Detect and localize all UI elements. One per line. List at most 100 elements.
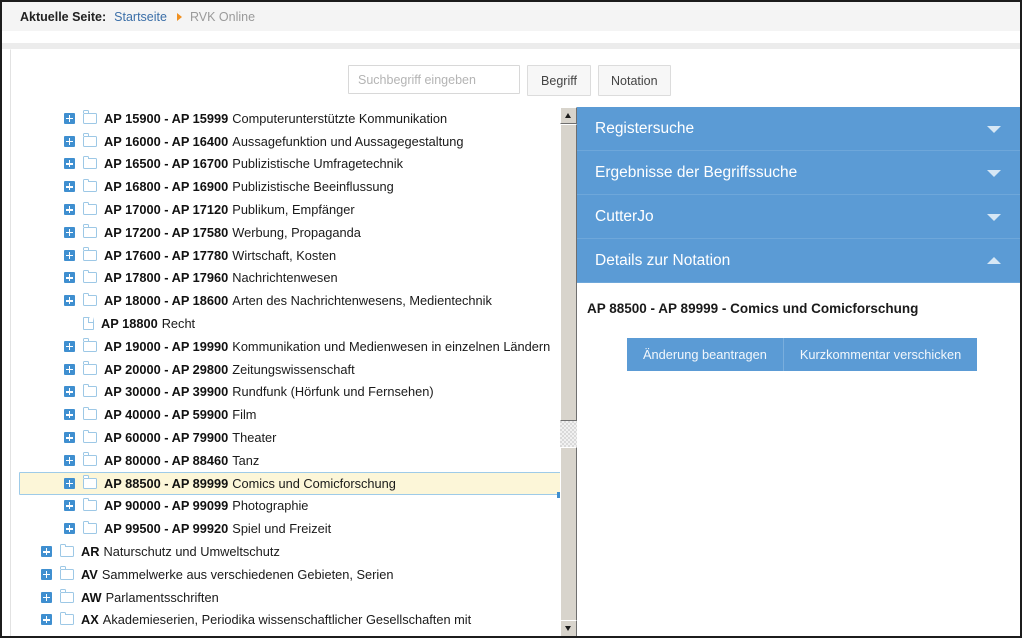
tree-row[interactable]: AP 17600 - AP 17780 Wirtschaft, Kosten	[11, 244, 556, 267]
tree-row[interactable]: AP 16800 - AP 16900 Publizistische Beeinf…	[11, 175, 556, 198]
folder-icon	[60, 543, 74, 558]
tree-row[interactable]: AP 20000 - AP 29800 Zeitungswissenschaft	[11, 358, 556, 381]
expand-plus-icon[interactable]	[64, 500, 75, 512]
notation-code: AP 99500 - AP 99920	[104, 521, 229, 537]
notation-code: AP 16000 - AP 16400	[104, 133, 229, 149]
notation-code: AP 15900 - AP 15999	[104, 110, 229, 126]
notation-code: AP 18800	[101, 316, 158, 332]
expand-plus-icon[interactable]	[64, 204, 75, 216]
notation-code: AX	[81, 612, 99, 628]
search-begriff-button[interactable]: Begriff	[527, 65, 591, 96]
breadcrumb: Aktuelle Seite: Startseite RVK Online	[2, 2, 1020, 32]
notation-label: Computerunterstützte Kommunikation	[232, 110, 448, 126]
tree-row[interactable]: AP 90000 - AP 99099 Photographie	[11, 495, 556, 518]
notation-code: AR	[81, 544, 100, 560]
content-card: Begriff Notation AP 15900 - AP 15999Comp…	[10, 49, 1020, 636]
scrollbar-thumb-lower[interactable]	[560, 447, 577, 636]
expand-plus-icon[interactable]	[64, 135, 75, 147]
tree-row[interactable]: AP 17800 - AP 17960 Nachrichtenwesen	[11, 267, 556, 290]
notation-action-buttons: Änderung beantragen Kurzkommentar versch…	[627, 338, 1020, 371]
scrollbar-thumb[interactable]	[560, 124, 577, 421]
expand-plus-icon[interactable]	[64, 477, 75, 489]
accordion-header-ergebnisse[interactable]: Ergebnisse der Begriffssuche	[577, 151, 1020, 195]
expand-plus-icon[interactable]	[64, 249, 75, 261]
notation-label: Zeitungswissenschaft	[232, 361, 355, 377]
search-notation-button[interactable]: Notation	[598, 65, 671, 96]
expand-plus-icon[interactable]	[64, 523, 75, 535]
tree-row[interactable]: AP 60000 - AP 79900 Theater	[11, 426, 556, 449]
folder-icon	[60, 611, 74, 626]
folder-icon	[83, 247, 97, 261]
tree-row[interactable]: AP 99500 - AP 99920 Spiel und Freizeit	[11, 517, 556, 540]
folder-icon	[83, 133, 97, 147]
notation-code: AP 88500 - AP 89999	[104, 475, 229, 491]
arrow-up-icon	[565, 113, 571, 118]
tree-row[interactable]: AV Sammelwerke aus verschiedenen Gebieten…	[11, 563, 556, 586]
notation-label: Akademieserien, Periodika wissenschaftli…	[102, 612, 472, 628]
folder-icon	[83, 110, 97, 124]
arrow-down-icon	[565, 626, 571, 631]
notation-label: Publizistische Beeinflussung	[232, 179, 394, 195]
accordion-header-cutterjo[interactable]: CutterJo	[577, 195, 1020, 239]
tree-row[interactable]: AP 30000 - AP 39900 Rundfunk (Hörfunk und…	[11, 381, 556, 404]
notation-code: AP 18000 - AP 18600	[104, 293, 229, 309]
tree-row[interactable]: AP 17200 - AP 17580 Werbung, Propaganda	[11, 221, 556, 244]
folder-icon	[83, 452, 97, 466]
send-comment-button[interactable]: Kurzkommentar verschicken	[783, 338, 978, 371]
expand-plus-icon[interactable]	[64, 181, 75, 193]
accordion-header-registersuche[interactable]: Registersuche	[577, 107, 1020, 151]
expand-plus-icon[interactable]	[41, 614, 52, 626]
accordion-header-details-zur-notation[interactable]: Details zur Notation	[577, 239, 1020, 283]
folder-icon	[83, 201, 97, 216]
expand-plus-icon[interactable]	[64, 226, 75, 238]
expand-plus-icon[interactable]	[64, 386, 75, 398]
expand-plus-icon[interactable]	[64, 272, 75, 284]
tree-row[interactable]: AX Akademieserien, Periodika wissenschaft…	[11, 609, 556, 632]
tree-row[interactable]: AR Naturschutz und Umweltschutz	[11, 540, 556, 563]
notation-label: Comics und Comicforschung	[232, 475, 396, 491]
expand-plus-icon[interactable]	[41, 546, 52, 558]
tree-row-selected[interactable]: AP 88500 - AP 89999 Comics und Comicforsc…	[19, 471, 563, 498]
breadcrumb-home-link[interactable]: Startseite	[114, 10, 167, 24]
expand-plus-icon[interactable]	[64, 158, 75, 170]
expand-plus-icon[interactable]	[64, 454, 75, 466]
folder-icon	[60, 589, 74, 603]
tree-row[interactable]: AP 19000 - AP 19990 Kommunikation und Med…	[11, 335, 556, 358]
tree-row[interactable]: AW Parlamentsschriften	[11, 586, 556, 609]
expand-plus-icon[interactable]	[64, 295, 75, 307]
expand-plus-icon[interactable]	[64, 363, 75, 375]
expand-plus-icon[interactable]	[41, 568, 52, 580]
folder-icon	[83, 429, 97, 444]
request-change-button[interactable]: Änderung beantragen	[627, 338, 784, 371]
scrollbar-down-button[interactable]	[560, 620, 577, 636]
tree-row[interactable]: AP 18000 - AP 18600 Arten des Nachrichten…	[11, 289, 556, 312]
tree-row[interactable]: AP 40000 - AP 59900 Film	[11, 403, 556, 426]
notation-code: AP 16500 - AP 16700	[104, 156, 229, 172]
expand-plus-icon[interactable]	[64, 409, 75, 421]
folder-icon	[83, 292, 97, 307]
search-input[interactable]	[348, 65, 520, 94]
document-icon	[83, 317, 94, 331]
application-window: Aktuelle Seite: Startseite RVK Online Be…	[0, 0, 1022, 638]
expand-plus-icon[interactable]	[64, 432, 75, 444]
folder-icon	[83, 269, 97, 284]
expand-plus-icon[interactable]	[64, 112, 75, 124]
tree-row[interactable]: AP 18800 Recht	[11, 312, 556, 335]
folder-icon	[83, 497, 97, 512]
scrollbar-up-button[interactable]	[560, 107, 577, 124]
tree-row[interactable]: AP 16000 - AP 16400 Aussagefunktion und A…	[11, 130, 556, 153]
notation-label: Parlamentsschriften	[105, 589, 219, 605]
notation-label: Sammelwerke aus verschiedenen Gebieten, …	[101, 566, 394, 582]
expand-plus-icon[interactable]	[64, 340, 75, 352]
breadcrumb-label: Aktuelle Seite:	[20, 9, 107, 24]
folder-icon	[60, 566, 74, 580]
notation-label: Theater	[232, 430, 277, 446]
tree-scrollbar[interactable]	[560, 107, 577, 636]
tree-row[interactable]: AP 80000 - AP 88460 Tanz	[11, 449, 556, 472]
tree-row[interactable]: AP 16500 - AP 16700 Publizistische Umfrag…	[11, 153, 556, 176]
tree-row[interactable]: AP 15900 - AP 15999 Computerunterstützte …	[11, 107, 556, 130]
accordion-title: Ergebnisse der Begriffssuche	[595, 163, 798, 181]
search-toolbar: Begriff Notation	[348, 65, 671, 96]
tree-row[interactable]: AP 17000 - AP 17120 Publikum, Empfänger	[11, 198, 556, 221]
expand-plus-icon[interactable]	[41, 591, 52, 603]
